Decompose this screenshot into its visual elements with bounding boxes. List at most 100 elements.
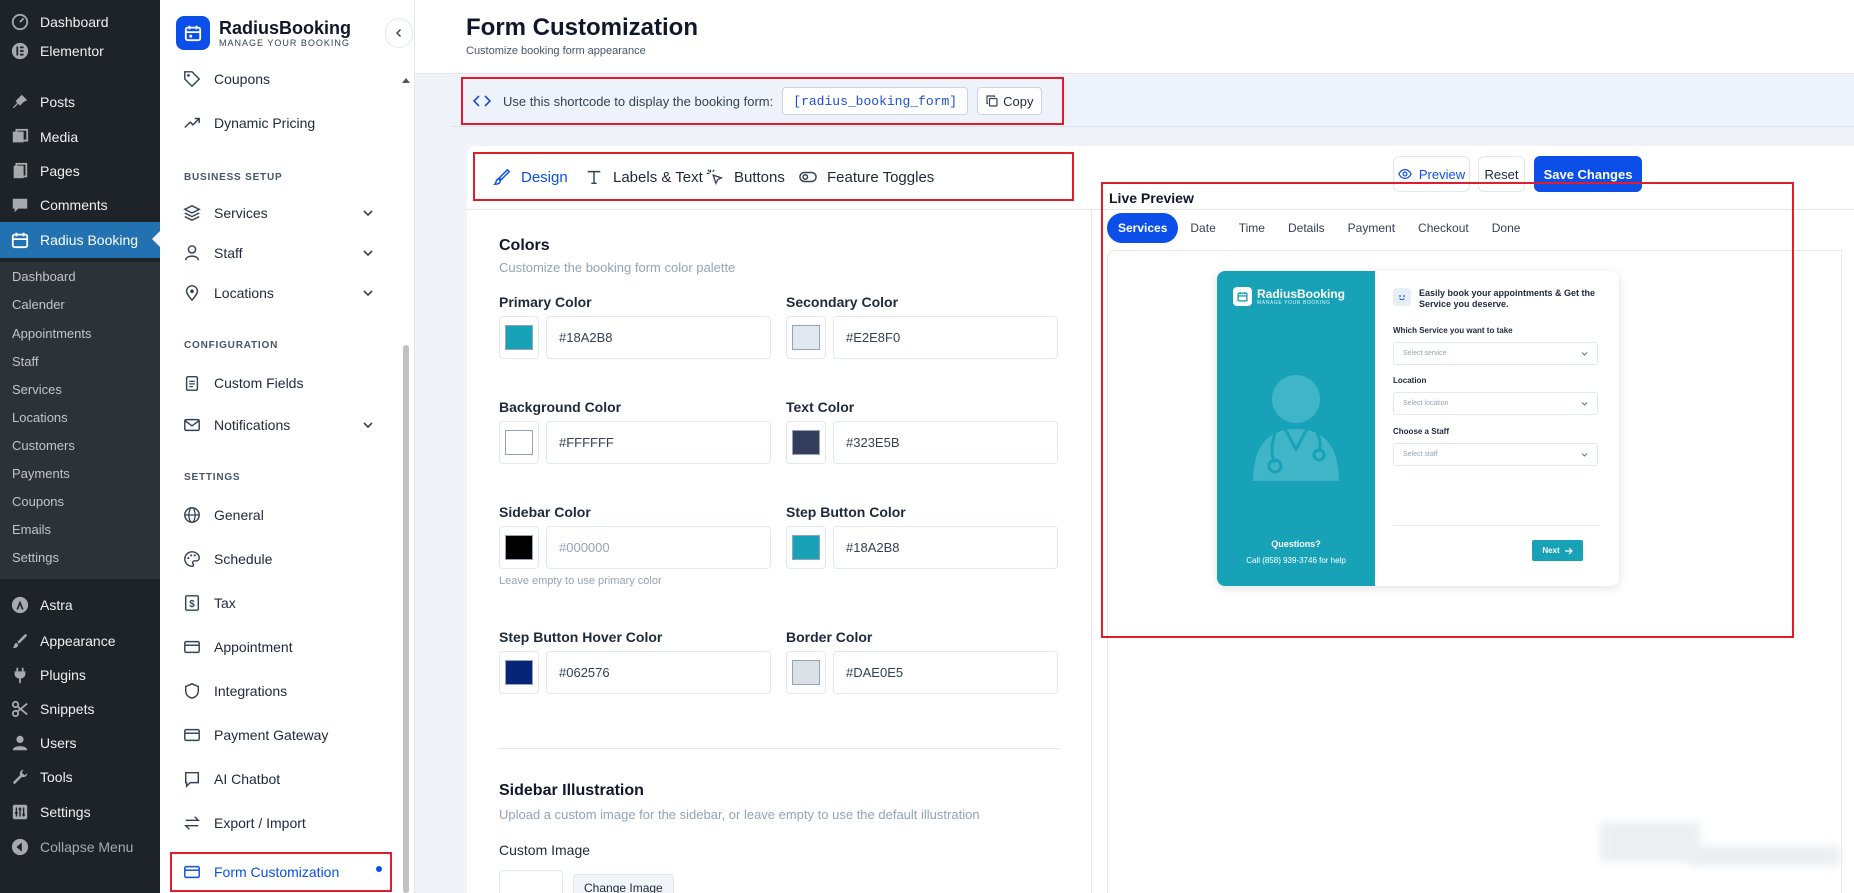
- layers-icon: [182, 203, 202, 223]
- tab-bar: Design Labels & Text Buttons Feature Tog…: [473, 152, 1074, 201]
- page-icon: [10, 161, 30, 181]
- secondary-color-input[interactable]: #E2E8F0: [833, 316, 1058, 359]
- nav-services[interactable]: Services: [182, 198, 387, 228]
- media-icon: [10, 127, 30, 147]
- tab-labels-text[interactable]: Labels & Text: [585, 165, 703, 189]
- wp-menu-media[interactable]: Media: [0, 120, 160, 154]
- wp-menu-users[interactable]: Users: [0, 726, 160, 760]
- step-button-hover-color-input[interactable]: #062576: [546, 651, 771, 694]
- section-divider: [499, 748, 1059, 749]
- custom-image-label: Custom Image: [499, 842, 591, 858]
- sidebar-color-label: Sidebar Color: [499, 504, 591, 520]
- nav-schedule[interactable]: Schedule: [182, 544, 387, 574]
- pin-icon: [10, 92, 30, 112]
- brand-name: RadiusBooking: [219, 18, 352, 38]
- wp-sub-calender[interactable]: Calender: [12, 297, 65, 312]
- nav-general[interactable]: General: [182, 500, 387, 530]
- nav-ai-chatbot[interactable]: AI Chatbot: [182, 764, 387, 794]
- sidebar-swatch-fill: [505, 535, 533, 560]
- nav-coupons[interactable]: Coupons: [182, 64, 387, 94]
- sidebar-collapse-button[interactable]: [385, 18, 413, 48]
- nav-dynamic-pricing[interactable]: Dynamic Pricing: [182, 108, 387, 138]
- wp-sub-coupons[interactable]: Coupons: [12, 494, 64, 509]
- comment-icon: [10, 195, 30, 215]
- wp-menu-settings[interactable]: Settings: [0, 795, 160, 829]
- step-button-color-input[interactable]: #18A2B8: [833, 526, 1058, 569]
- scroll-up-arrow[interactable]: [402, 78, 410, 83]
- nav-notifications[interactable]: Notifications: [182, 410, 387, 440]
- text-color-swatch[interactable]: [786, 421, 826, 464]
- elementor-icon: [10, 41, 30, 61]
- settings-panel: Colors Customize the booking form color …: [467, 210, 1091, 893]
- shortcode-value[interactable]: [radius_booking_form]: [782, 87, 969, 115]
- tab-design[interactable]: Design: [493, 165, 568, 189]
- wp-sub-appointments[interactable]: Appointments: [12, 326, 92, 341]
- change-image-button[interactable]: Change Image: [573, 874, 674, 893]
- wp-menu-astra[interactable]: Astra: [0, 588, 160, 622]
- wp-sub-settings[interactable]: Settings: [12, 550, 59, 565]
- primary-color-input[interactable]: #18A2B8: [546, 316, 771, 359]
- wp-sub-customers[interactable]: Customers: [12, 438, 75, 453]
- step-button-color-swatch[interactable]: [786, 526, 826, 569]
- border-color-input[interactable]: #DAE0E5: [833, 651, 1058, 694]
- step-checkout[interactable]: Checkout: [1407, 213, 1480, 243]
- nav-form-customization[interactable]: Form Customization: [170, 852, 392, 892]
- nav-appointment[interactable]: Appointment: [182, 632, 387, 662]
- brand-tagline: MANAGE YOUR BOOKING: [219, 38, 350, 48]
- wp-menu-tools[interactable]: Tools: [0, 760, 160, 794]
- wp-sub-payments[interactable]: Payments: [12, 466, 70, 481]
- wp-sub-staff[interactable]: Staff: [12, 354, 39, 369]
- palette-icon: [182, 549, 202, 569]
- step-done[interactable]: Done: [1481, 213, 1532, 243]
- globe-icon: [182, 505, 202, 525]
- step-services[interactable]: Services: [1107, 213, 1179, 243]
- eye-icon: [1398, 169, 1412, 179]
- step-hover-swatch-fill: [505, 660, 533, 685]
- wp-menu-pages[interactable]: Pages: [0, 154, 160, 188]
- step-payment[interactable]: Payment: [1337, 213, 1406, 243]
- step-button-hover-color-swatch[interactable]: [499, 651, 539, 694]
- wp-menu-comments[interactable]: Comments: [0, 188, 160, 222]
- user-icon: [10, 733, 30, 753]
- nav-tax[interactable]: $ Tax: [182, 588, 387, 618]
- main-content: Form Customization Customize booking for…: [415, 0, 1854, 893]
- wp-sub-dashboard[interactable]: Dashboard: [12, 269, 76, 284]
- wp-menu-appearance[interactable]: Appearance: [0, 624, 160, 658]
- text-color-input[interactable]: #323E5B: [833, 421, 1058, 464]
- mail-icon: [182, 415, 202, 435]
- secondary-color-swatch[interactable]: [786, 316, 826, 359]
- wp-menu-posts[interactable]: Posts: [0, 85, 160, 119]
- background-color-input[interactable]: #FFFFFF: [546, 421, 771, 464]
- copy-button[interactable]: Copy: [977, 87, 1043, 115]
- nav-custom-fields[interactable]: Custom Fields: [182, 368, 387, 398]
- sidebar-color-swatch[interactable]: [499, 526, 539, 569]
- step-date[interactable]: Date: [1179, 213, 1226, 243]
- wp-sub-services[interactable]: Services: [12, 382, 62, 397]
- sidebar-color-hint: Leave empty to use primary color: [499, 575, 662, 587]
- background-color-swatch[interactable]: [499, 421, 539, 464]
- step-time[interactable]: Time: [1228, 213, 1276, 243]
- tab-buttons[interactable]: Buttons: [706, 165, 785, 189]
- nav-integrations[interactable]: Integrations: [182, 676, 387, 706]
- tab-feature-toggles[interactable]: Feature Toggles: [799, 165, 934, 189]
- sidebar-color-input[interactable]: #000000: [546, 526, 771, 569]
- wp-menu-plugins[interactable]: Plugins: [0, 658, 160, 692]
- nav-locations[interactable]: Locations: [182, 278, 387, 308]
- copy-icon: [986, 95, 998, 107]
- wp-menu-elementor[interactable]: Elementor: [0, 34, 160, 68]
- wp-sub-locations[interactable]: Locations: [12, 410, 68, 425]
- chevron-down-icon: [363, 422, 373, 429]
- wp-menu-collapse[interactable]: Collapse Menu: [0, 830, 160, 864]
- border-color-swatch[interactable]: [786, 651, 826, 694]
- nav-payment-gateway[interactable]: Payment Gateway: [182, 720, 387, 750]
- nav-export-import[interactable]: Export / Import: [182, 808, 387, 838]
- wp-sub-emails[interactable]: Emails: [12, 522, 51, 537]
- nav-staff[interactable]: Staff: [182, 238, 387, 268]
- wp-menu-snippets[interactable]: Snippets: [0, 692, 160, 726]
- wp-menu-radius-booking[interactable]: Radius Booking: [0, 222, 160, 258]
- sidebar-scrollbar-thumb[interactable]: [403, 345, 409, 893]
- step-details[interactable]: Details: [1277, 213, 1336, 243]
- wp-submenu-radius-booking: Dashboard Calender Appointments Staff Se…: [0, 262, 160, 579]
- background-swatch-fill: [505, 430, 533, 455]
- primary-color-swatch[interactable]: [499, 316, 539, 359]
